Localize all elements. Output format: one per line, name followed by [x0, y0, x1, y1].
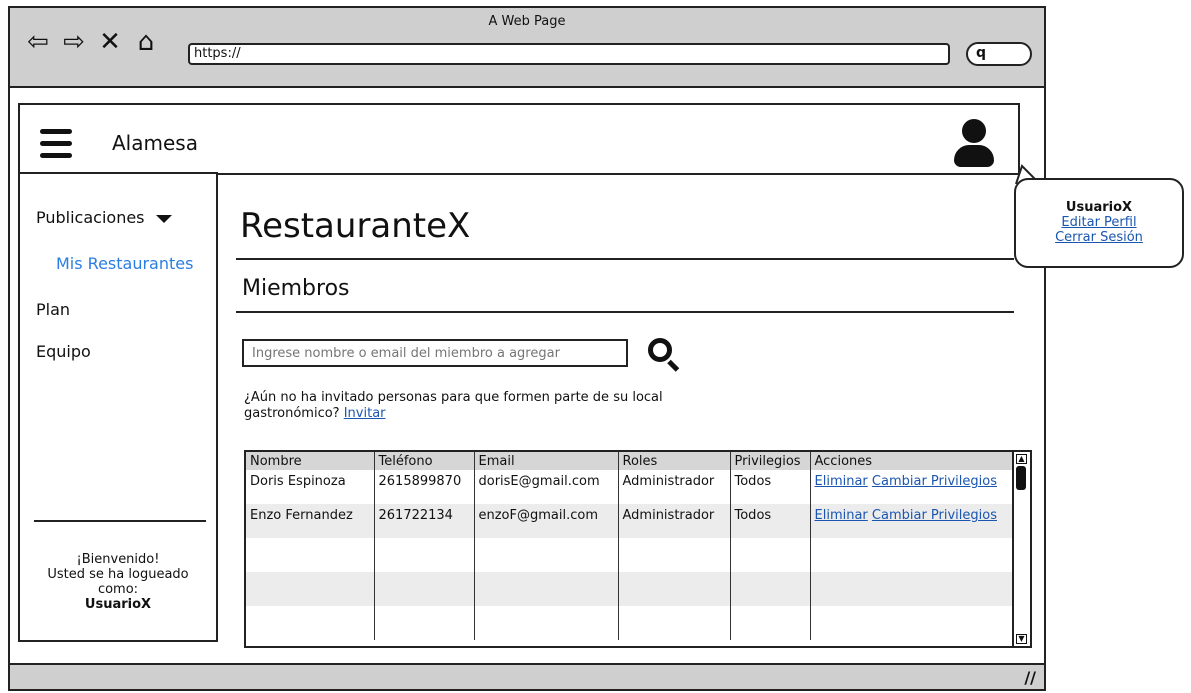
- welcome-line: ¡Bienvenido!: [76, 552, 160, 567]
- app-header: Alamesa: [18, 103, 1020, 175]
- table-row: [246, 572, 1014, 606]
- search-button[interactable]: [646, 334, 686, 374]
- edit-profile-link[interactable]: Editar Perfil: [1016, 215, 1182, 230]
- sidebar-item-mis-restaurantes[interactable]: Mis Restaurantes: [56, 254, 193, 273]
- column-header[interactable]: Email: [474, 452, 619, 470]
- welcome-username: UsuarioX: [84, 597, 152, 612]
- cell-privilegios: Todos: [730, 470, 811, 504]
- cell-acciones: Eliminar Cambiar Privilegios: [810, 504, 1014, 538]
- browser-search-box[interactable]: q: [966, 42, 1032, 66]
- section-divider: [236, 311, 1014, 313]
- column-header[interactable]: Acciones: [810, 452, 1014, 470]
- table-row: [246, 538, 1014, 572]
- invite-text: ¿Aún no ha invitado personas para que fo…: [244, 390, 663, 421]
- cell-rol: Administrador: [618, 504, 731, 538]
- change-privileges-link[interactable]: Cambiar Privilegios: [872, 474, 997, 489]
- delete-link[interactable]: Eliminar: [815, 508, 868, 523]
- change-privileges-link[interactable]: Cambiar Privilegios: [872, 508, 997, 523]
- sidebar: Publicaciones Mis Restaurantes Plan Equi…: [18, 172, 218, 642]
- column-header[interactable]: Roles: [618, 452, 731, 470]
- sidebar-item-equipo[interactable]: Equipo: [36, 342, 91, 361]
- column-header[interactable]: Teléfono: [374, 452, 475, 470]
- hamburger-menu-icon[interactable]: [40, 129, 72, 165]
- chevron-down-icon: [155, 214, 172, 223]
- close-icon[interactable]: ✕: [96, 28, 124, 56]
- back-arrow-icon[interactable]: ⇦: [24, 28, 52, 56]
- table-row: [246, 606, 1014, 640]
- forward-arrow-icon[interactable]: ⇨: [60, 28, 88, 56]
- welcome-line: como:: [97, 582, 139, 597]
- url-bar[interactable]: https://: [188, 43, 950, 65]
- invite-link[interactable]: Invitar: [344, 406, 386, 421]
- status-bar: //: [10, 663, 1044, 689]
- scroll-up-icon[interactable]: ▲: [1016, 454, 1027, 464]
- member-search-input[interactable]: [242, 339, 628, 367]
- welcome-line: Usted se ha logueado: [47, 567, 189, 582]
- cell-nombre: Doris Espinoza: [246, 470, 375, 504]
- table-row: Doris Espinoza 2615899870 dorisE@gmail.c…: [246, 470, 1014, 504]
- scroll-thumb[interactable]: [1016, 466, 1026, 490]
- title-divider: [236, 258, 1014, 260]
- user-avatar-icon[interactable]: [952, 119, 996, 167]
- home-icon[interactable]: ⌂: [132, 28, 160, 56]
- sidebar-divider: [34, 520, 206, 522]
- cell-nombre: Enzo Fernandez: [246, 504, 375, 538]
- delete-link[interactable]: Eliminar: [815, 474, 868, 489]
- section-title: Miembros: [242, 276, 350, 301]
- user-menu-popover: UsuarioX Editar Perfil Cerrar Sesión: [1014, 178, 1184, 268]
- logout-link[interactable]: Cerrar Sesión: [1016, 230, 1182, 245]
- table-header-row: Nombre Teléfono Email Roles Privilegios …: [246, 452, 1014, 470]
- cell-rol: Administrador: [618, 470, 731, 504]
- sidebar-item-plan[interactable]: Plan: [36, 300, 70, 319]
- cell-acciones: Eliminar Cambiar Privilegios: [810, 470, 1014, 504]
- table-scrollbar[interactable]: ▲ ▼: [1012, 452, 1030, 646]
- column-header[interactable]: Privilegios: [730, 452, 811, 470]
- welcome-message: ¡Bienvenido! Usted se ha logueado como: …: [20, 552, 216, 612]
- page-title: RestauranteX: [240, 206, 471, 246]
- search-icon: q: [976, 45, 987, 61]
- cell-telefono: 261722134: [374, 504, 475, 538]
- members-table: Nombre Teléfono Email Roles Privilegios …: [244, 450, 1032, 648]
- sidebar-item-publicaciones[interactable]: Publicaciones: [36, 208, 172, 227]
- cell-email: enzoF@gmail.com: [474, 504, 619, 538]
- search-icon: [648, 338, 672, 362]
- invite-prompt: ¿Aún no ha invitado personas para que fo…: [244, 390, 664, 422]
- browser-chrome: A Web Page ⇦ ⇨ ✕ ⌂ https:// q: [10, 8, 1044, 88]
- nav-controls: ⇦ ⇨ ✕ ⌂: [24, 28, 160, 56]
- scroll-down-icon[interactable]: ▼: [1016, 634, 1027, 644]
- popover-username: UsuarioX: [1065, 200, 1133, 215]
- column-header[interactable]: Nombre: [246, 452, 375, 470]
- window-title: A Web Page: [488, 14, 566, 29]
- cell-privilegios: Todos: [730, 504, 811, 538]
- cell-email: dorisE@gmail.com: [474, 470, 619, 504]
- sidebar-item-label: Publicaciones: [36, 208, 145, 227]
- brand-name: Alamesa: [112, 131, 198, 155]
- resize-grip-icon[interactable]: //: [1024, 668, 1036, 687]
- table-row: Enzo Fernandez 261722134 enzoF@gmail.com…: [246, 504, 1014, 538]
- cell-telefono: 2615899870: [374, 470, 475, 504]
